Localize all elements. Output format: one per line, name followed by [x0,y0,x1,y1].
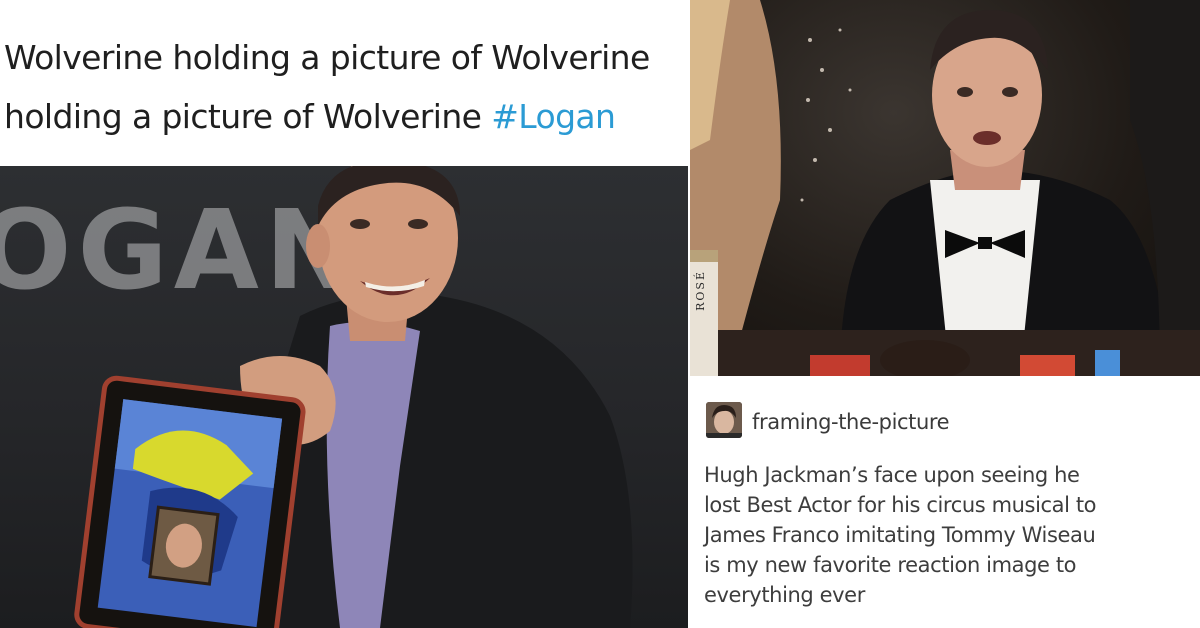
tweet-line-2-text: holding a picture of Wolverine [4,97,492,136]
event-photo-illustration [690,0,1200,376]
post-line: everything ever [704,583,865,607]
event-photo: ROSÉ [690,0,1200,376]
post-username[interactable]: framing-the-picture [752,410,950,434]
tumblr-post: framing-the-picture Hugh Jackman’s face … [690,376,1200,628]
left-meme-panel: Wolverine holding a picture of Wolverine… [0,0,688,628]
post-line: Hugh Jackman’s face upon seeing he [704,463,1080,487]
tweet-line-2: holding a picture of Wolverine #Logan [4,87,688,146]
avatar-icon [706,402,742,438]
wolverine-photo: OGAN [0,166,688,628]
photo-illustration [74,166,633,628]
post-body: Hugh Jackman’s face upon seeing he lost … [704,460,1194,610]
post-line: lost Best Actor for his circus musical t… [704,493,1097,517]
bottle-label: ROSÉ [694,270,707,311]
tweet-line-1: Wolverine holding a picture of Wolverine [4,38,650,77]
post-line: is my new favorite reaction image to [704,553,1077,577]
user-avatar[interactable] [706,402,742,438]
tweet-text: Wolverine holding a picture of Wolverine… [4,28,688,146]
hashtag-link[interactable]: #Logan [491,97,616,136]
post-line: James Franco imitating Tommy Wiseau [704,523,1096,547]
